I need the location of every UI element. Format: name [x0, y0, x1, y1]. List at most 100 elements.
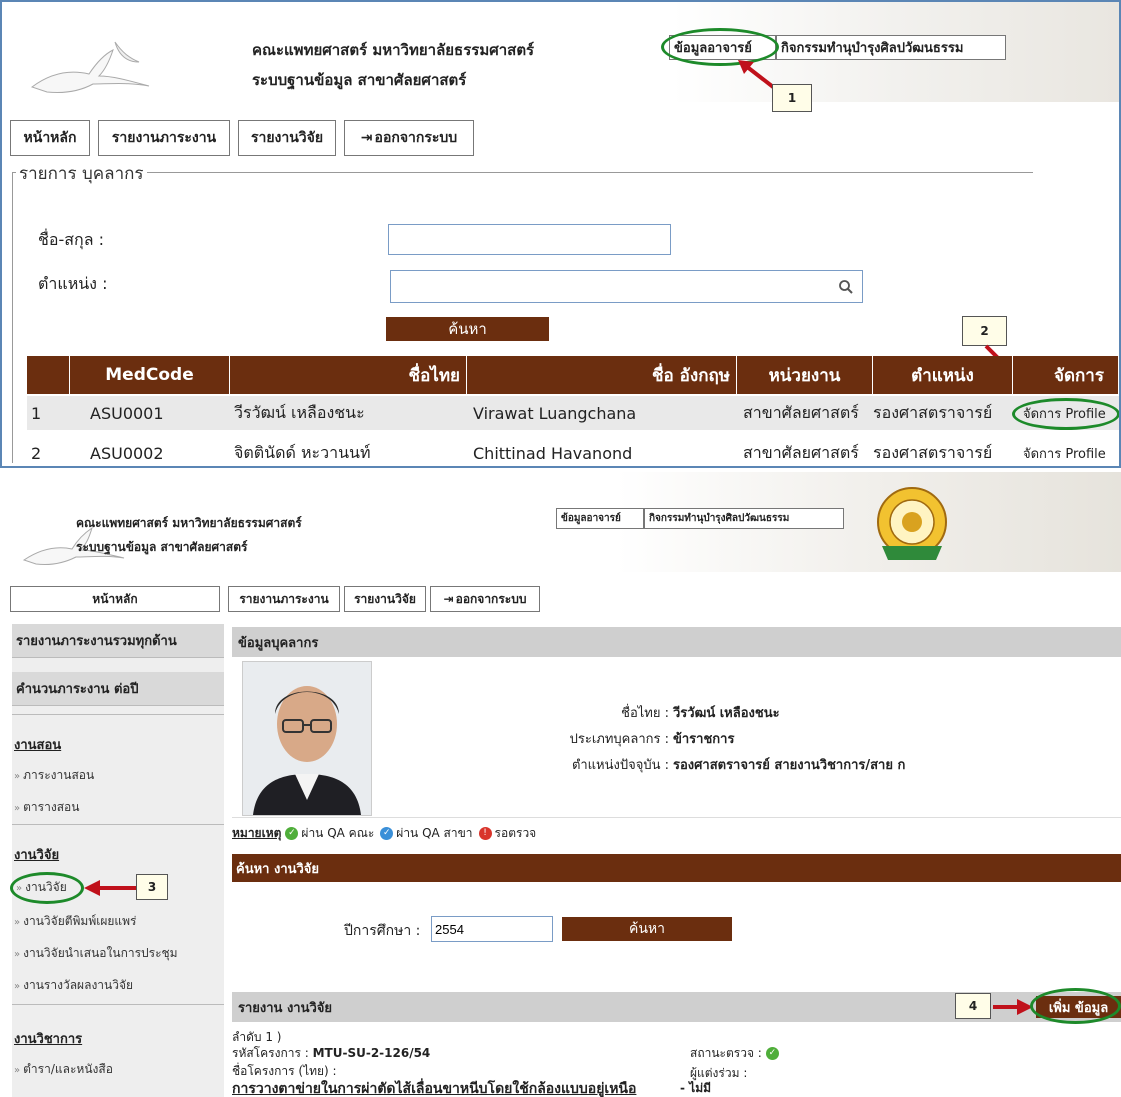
col-manage: จัดการ: [1013, 356, 1119, 394]
name-label: ชื่อ-สกุล :: [38, 230, 104, 249]
red-arrow-icon: [993, 999, 1033, 1015]
status-legend: หมายเหตุ ✓ ผ่าน QA คณะ ✓ ผ่าน QA สาขา ! …: [232, 824, 536, 843]
faculty-title: คณะแพทยศาสตร์ มหาวิทยาลัยธรรมศาสตร์: [76, 516, 302, 530]
staff-type-label: ประเภทบุคลากร :: [569, 732, 669, 747]
highlight-oval-4: [1030, 988, 1121, 1024]
cell-name-eng: Virawat Luangchana: [473, 403, 637, 423]
sidebar-item-conference[interactable]: » งานวิจัยนำเสนอในการประชุม: [14, 944, 178, 963]
menu-logout[interactable]: ⇥ ออกจากระบบ: [344, 120, 474, 156]
profile-photo: [242, 661, 372, 816]
col-medcode: MedCode: [70, 356, 230, 394]
logout-label: ออกจากระบบ: [455, 591, 527, 606]
name-label: ชื่อไทย :: [621, 706, 669, 721]
section-teaching: งานสอน: [14, 738, 62, 753]
cell-name-eng: Chittinad Havanond: [473, 443, 633, 463]
cell-name-thai: จิตตินัดด์ หะวานนท์: [234, 442, 371, 462]
position-input[interactable]: [390, 270, 863, 303]
callout-3: 3: [136, 874, 168, 900]
logout-icon: ⇥: [360, 130, 373, 146]
panel-staff-list: คณะแพทยศาสตร์ มหาวิทยาลัยธรรมศาสตร์ ระบบ…: [0, 0, 1121, 468]
menu-workload-report[interactable]: รายงานภาระงาน: [98, 120, 230, 156]
header-banner: คณะแพทยศาสตร์ มหาวิทยาลัยธรรมศาสตร์ ระบบ…: [2, 2, 1119, 112]
col-department: หน่วยงาน: [737, 356, 873, 394]
sidebar: รายงานภาระงานรวมทุกด้าน คำนวนภาระงาน ต่อ…: [12, 624, 224, 1097]
project-code: รหัสโครงการ : MTU-SU-2-126/54: [232, 1044, 430, 1063]
system-title: ระบบฐานข้อมูล สาขาศัลยศาสตร์: [76, 540, 248, 554]
table-header: MedCode ชื่อไทย ชื่อ อังกฤษ หน่วยงาน ตำแ…: [27, 356, 1119, 394]
project-name-th-value[interactable]: การวางตาข่ายในการผ่าตัดไส้เลื่อนขาหนีบโด…: [232, 1078, 636, 1097]
callout-2: 2: [962, 316, 1007, 346]
divider: [12, 714, 224, 715]
year-input[interactable]: [431, 916, 553, 942]
fieldset-legend: รายการ บุคลากร: [16, 160, 147, 187]
cell-index: 1: [31, 403, 42, 423]
legend-qa-dept: ผ่าน QA สาขา: [396, 826, 473, 840]
system-title: ระบบฐานข้อมูล สาขาศัลยศาสตร์: [252, 71, 467, 89]
sidebar-item-awards[interactable]: » งานรางวัลผลงานวิจัย: [14, 976, 133, 995]
section-academic: งานวิชาการ: [14, 1032, 83, 1047]
check-green-icon: ✓: [285, 827, 299, 840]
coauthor-value: - ไม่มี: [680, 1081, 712, 1095]
sidebar-item-teaching-load[interactable]: » ภาระงานสอน: [14, 766, 94, 785]
cell-department: สาขาศัลยศาสตร์: [743, 402, 859, 422]
profile-section-title: ข้อมูลบุคลากร: [232, 627, 1121, 657]
cell-department: สาขาศัลยศาสตร์: [743, 442, 859, 462]
faculty-title: คณะแพทยศาสตร์ มหาวิทยาลัยธรรมศาสตร์: [252, 41, 535, 59]
highlight-oval-2: [1012, 398, 1119, 430]
review-status-label: สถานะตรวจ :: [690, 1046, 762, 1060]
cell-medcode: ASU0002: [90, 443, 164, 463]
university-seal-icon: [877, 487, 947, 560]
name-input[interactable]: [388, 224, 671, 255]
col-position: ตำแหน่ง: [873, 356, 1013, 394]
sidebar-all-workload[interactable]: รายงานภาระงานรวมทุกด้าน: [12, 624, 224, 658]
menu-home[interactable]: หน้าหลัก: [10, 120, 90, 156]
alert-red-icon: !: [478, 827, 492, 840]
culture-activity-button[interactable]: กิจกรรมทำนุบำรุงศิลปวัฒนธรรม: [644, 508, 844, 529]
year-label: ปีการศึกษา :: [344, 923, 421, 939]
col-name-eng: ชื่อ อังกฤษ: [467, 356, 737, 394]
section-research: งานวิจัย: [14, 848, 60, 863]
profile-card: ชื่อไทย : วีรวัฒน์ เหลืองชนะ ประเภทบุคลา…: [232, 657, 1121, 818]
teacher-info-button[interactable]: ข้อมูลอาจารย์: [556, 508, 644, 529]
cell-name-thai: วีรวัฒน์ เหลืองชนะ: [234, 402, 365, 422]
project-code-value: MTU-SU-2-126/54: [312, 1046, 431, 1060]
col-index: [27, 356, 70, 394]
check-blue-icon: ✓: [380, 827, 394, 840]
cell-position: รองศาสตราจารย์: [873, 402, 993, 422]
menu-logout[interactable]: ⇥ ออกจากระบบ: [430, 586, 540, 612]
red-arrow-icon: [84, 880, 136, 896]
cell-position: รองศาสตราจารย์: [873, 442, 993, 462]
bird-logo-icon: [30, 41, 150, 93]
legend-qa-faculty: ผ่าน QA คณะ: [301, 826, 375, 840]
col-name-thai: ชื่อไทย: [230, 356, 467, 394]
highlight-oval-3: [10, 872, 84, 904]
person-photo-icon: [243, 662, 371, 815]
sidebar-item-timetable[interactable]: » ตารางสอน: [14, 798, 79, 817]
table-row: 2 ASU0002 จิตตินัดด์ หะวานนท์ Chittinad …: [27, 436, 1119, 466]
panel-research-page: คณะแพทยศาสตร์ มหาวิทยาลัยธรรมศาสตร์ ระบบ…: [0, 472, 1121, 1097]
manage-profile-link[interactable]: จัดการ Profile: [1013, 436, 1119, 466]
table-row: 1 ASU0001 วีรวัฒน์ เหลืองชนะ Virawat Lua…: [27, 396, 1119, 430]
menu-home[interactable]: หน้าหลัก: [10, 586, 220, 612]
search-button[interactable]: ค้นหา: [562, 917, 732, 941]
research-search-title: ค้นหา งานวิจัย: [232, 854, 1121, 882]
menu-research-report[interactable]: รายงานวิจัย: [238, 120, 336, 156]
cell-medcode: ASU0001: [90, 403, 164, 423]
menu-research-report[interactable]: รายงานวิจัย: [344, 586, 426, 612]
position-label: ตำแหน่งปัจจุบัน :: [571, 758, 669, 773]
sidebar-item-textbooks[interactable]: » ตำรา/และหนังสือ: [14, 1060, 113, 1079]
review-status: สถานะตรวจ : ✓: [690, 1044, 779, 1063]
position-label: ตำแหน่ง :: [38, 274, 108, 293]
header-banner: คณะแพทยศาสตร์ มหาวิทยาลัยธรรมศาสตร์ ระบบ…: [0, 472, 1121, 572]
callout-1: 1: [772, 84, 812, 112]
logout-icon: ⇥: [443, 592, 454, 606]
project-code-label: รหัสโครงการ :: [232, 1046, 309, 1060]
divider: [12, 1004, 224, 1005]
divider: [12, 824, 224, 825]
sidebar-yearly-calc[interactable]: คำนวนภาระงาน ต่อปี: [12, 672, 224, 706]
sidebar-item-published[interactable]: » งานวิจัยตีพิมพ์เผยแพร่: [14, 912, 137, 931]
search-button[interactable]: ค้นหา: [386, 317, 549, 341]
culture-activity-button[interactable]: กิจกรรมทำนุบำรุงศิลปวัฒนธรรม: [776, 35, 1006, 60]
menu-workload-report[interactable]: รายงานภาระงาน: [228, 586, 340, 612]
check-green-icon: ✓: [765, 1047, 779, 1060]
